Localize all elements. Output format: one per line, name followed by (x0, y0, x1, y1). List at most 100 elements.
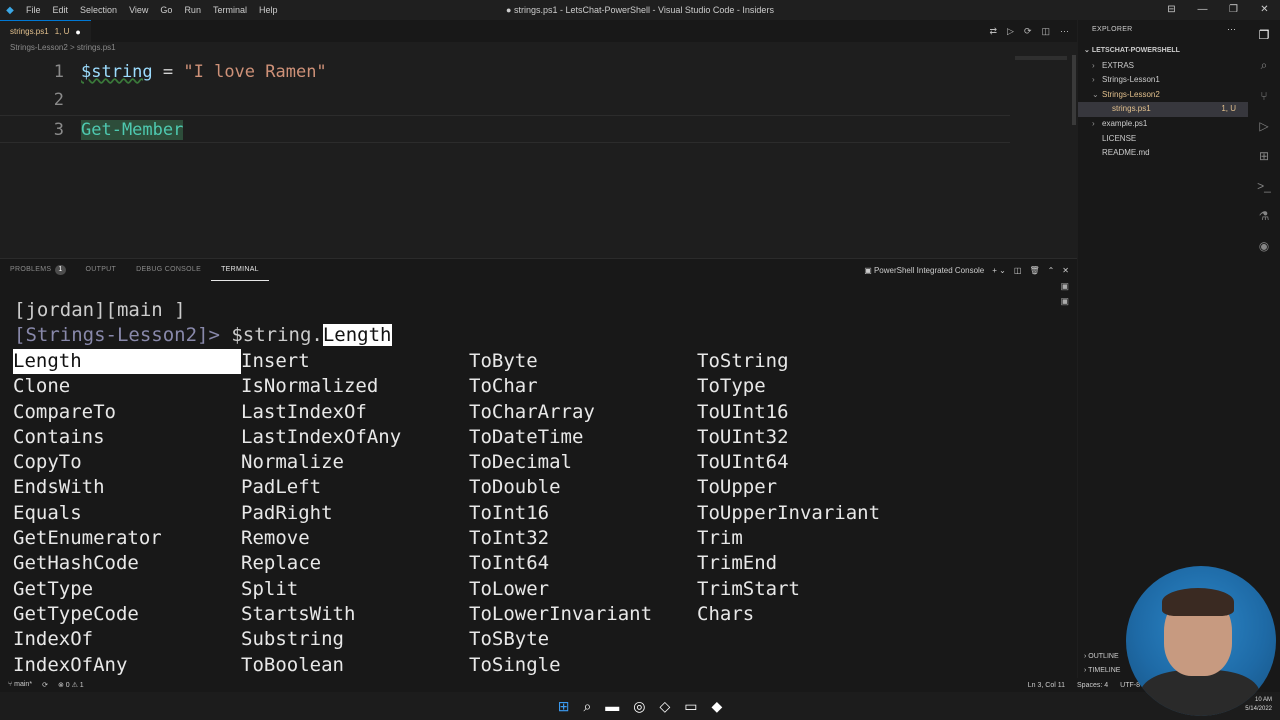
workspace-root[interactable]: ⌄ LETSCHAT-POWERSHELL (1078, 44, 1248, 59)
sync-icon[interactable]: ⟳ (42, 681, 48, 689)
completion-item[interactable]: LastIndexOf (241, 400, 469, 425)
code-line-2[interactable]: 2 (0, 86, 1010, 114)
completion-item[interactable]: ToUpper (697, 475, 925, 500)
tab-strings-ps1[interactable]: strings.ps1 1, U ● (0, 20, 91, 42)
completion-item[interactable]: ToInt64 (469, 551, 697, 576)
search-icon[interactable]: ⌕ (1261, 58, 1268, 73)
completion-item[interactable]: ToUInt32 (697, 425, 925, 450)
completion-item[interactable]: LastIndexOfAny (241, 425, 469, 450)
completion-item[interactable]: Replace (241, 551, 469, 576)
completion-item[interactable]: ToString (697, 349, 925, 374)
tab-problems[interactable]: PROBLEMS 1 (0, 259, 76, 281)
completion-item[interactable]: ToInt32 (469, 526, 697, 551)
split-terminal-icon[interactable]: ◫ (1014, 266, 1022, 275)
tree-item[interactable]: › Strings-Lesson1 (1078, 73, 1248, 88)
completion-item[interactable]: ToLower (469, 577, 697, 602)
encoding[interactable]: UTF-8 (1120, 682, 1140, 689)
windows-start-icon[interactable]: ⊞ (558, 698, 570, 715)
terminal[interactable]: [jordan][main ] [Strings-Lesson2]> $stri… (0, 287, 1047, 679)
run-icon[interactable]: ▷ (1007, 26, 1014, 37)
split-editor-icon[interactable]: ◫ (1041, 26, 1050, 37)
tree-item[interactable]: ⌄ Strings-Lesson2 (1078, 88, 1248, 103)
completion-item[interactable]: PadLeft (241, 475, 469, 500)
completion-item[interactable]: CompareTo (13, 400, 241, 425)
completion-item[interactable]: ToDateTime (469, 425, 697, 450)
completion-item[interactable]: GetHashCode (13, 551, 241, 576)
completion-item[interactable]: ToSingle (469, 653, 697, 678)
completion-item[interactable]: GetType (13, 577, 241, 602)
tree-item[interactable]: strings.ps1 1, U (1078, 102, 1248, 117)
completion-item[interactable]: Substring (241, 627, 469, 652)
completion-item[interactable]: ToUpperInvariant (697, 501, 925, 526)
completion-item[interactable]: Insert (241, 349, 469, 374)
kill-terminal-icon[interactable]: 🗑 (1029, 266, 1039, 275)
explorer-icon[interactable]: ❐ (1259, 28, 1270, 42)
maximize-panel-icon[interactable]: ⌃ (1048, 266, 1055, 275)
tree-item[interactable]: › EXTRAS (1078, 59, 1248, 74)
completion-item[interactable]: Remove (241, 526, 469, 551)
powershell-icon[interactable]: >_ (1257, 179, 1271, 193)
completion-item[interactable]: Chars (697, 602, 925, 627)
terminal-instance-icon[interactable]: ▣ (1060, 281, 1069, 292)
completion-item[interactable]: PadRight (241, 501, 469, 526)
completion-item[interactable]: Trim (697, 526, 925, 551)
completion-item[interactable]: ToInt16 (469, 501, 697, 526)
completion-item[interactable]: ToBoolean (241, 653, 469, 678)
completion-item[interactable]: Clone (13, 374, 241, 399)
completion-item[interactable]: ToType (697, 374, 925, 399)
more-actions-icon[interactable]: ⋯ (1060, 26, 1069, 37)
completion-item[interactable]: Length (13, 349, 241, 375)
source-control-icon[interactable]: ⑂ (1260, 89, 1267, 103)
code-editor[interactable]: 1 $string = "I love Ramen" 2 3 Get-Membe… (0, 55, 1077, 257)
indentation[interactable]: Spaces: 4 (1077, 682, 1108, 689)
close-panel-icon[interactable]: ✕ (1062, 266, 1069, 275)
completion-item[interactable]: ToUInt64 (697, 450, 925, 475)
tree-item[interactable]: README.md (1078, 146, 1248, 161)
new-terminal-icon[interactable]: + ⌄ (992, 266, 1006, 275)
tree-item[interactable]: LICENSE (1078, 132, 1248, 147)
completion-item[interactable]: ToCharArray (469, 400, 697, 425)
tree-item[interactable]: › example.ps1 (1078, 117, 1248, 132)
debug-icon[interactable]: ⟳ (1024, 26, 1032, 37)
problems-indicator[interactable]: ⊗ 0 ⚠ 1 (58, 681, 84, 689)
tab-output[interactable]: OUTPUT (76, 259, 127, 281)
menu-view[interactable]: View (123, 5, 154, 15)
github-icon[interactable]: ◉ (1259, 239, 1269, 253)
extensions-icon[interactable]: ⊞ (1259, 149, 1269, 163)
completion-item[interactable]: Equals (13, 501, 241, 526)
menu-help[interactable]: Help (253, 5, 284, 15)
completion-item[interactable]: ToDecimal (469, 450, 697, 475)
tab-terminal[interactable]: TERMINAL (211, 259, 269, 281)
menu-selection[interactable]: Selection (74, 5, 123, 15)
vscode-taskbar-icon[interactable]: ◇ (660, 698, 671, 715)
completion-item[interactable]: IndexOfAny (13, 653, 241, 678)
terminal-dropdown[interactable]: ▣ PowerShell Integrated Console (864, 266, 984, 275)
menu-run[interactable]: Run (178, 5, 207, 15)
completion-item[interactable]: ToDouble (469, 475, 697, 500)
menu-terminal[interactable]: Terminal (207, 5, 253, 15)
testing-icon[interactable]: ⚗ (1259, 209, 1270, 223)
completion-item[interactable]: IsNormalized (241, 374, 469, 399)
more-actions-icon[interactable]: ⋯ (1227, 24, 1236, 35)
completion-item[interactable]: ToSByte (469, 627, 697, 652)
completion-item[interactable]: IndexOf (13, 627, 241, 652)
minimize-button[interactable]: — (1187, 0, 1218, 20)
breadcrumb[interactable]: Strings-Lesson2 > strings.ps1 (10, 43, 116, 52)
completion-item[interactable]: TrimStart (697, 577, 925, 602)
menu-edit[interactable]: Edit (47, 5, 75, 15)
vscode-insiders-taskbar-icon[interactable]: ◆ (712, 698, 723, 715)
menu-file[interactable]: File (20, 5, 47, 15)
unsaved-dot-icon[interactable]: ● (75, 27, 80, 37)
completion-item[interactable]: Normalize (241, 450, 469, 475)
branch-indicator[interactable]: ⑂ main* (8, 681, 32, 689)
editor-scrollbar[interactable] (1072, 55, 1076, 125)
completion-item[interactable]: ToLowerInvariant (469, 602, 697, 627)
file-explorer-icon[interactable]: ▬ (605, 698, 619, 714)
compare-icon[interactable]: ⇄ (989, 26, 997, 37)
completion-item[interactable]: ToChar (469, 374, 697, 399)
completion-item[interactable]: GetEnumerator (13, 526, 241, 551)
completion-item[interactable]: ToUInt16 (697, 400, 925, 425)
completion-item[interactable]: StartsWith (241, 602, 469, 627)
minimap[interactable] (1015, 56, 1067, 60)
close-window-button[interactable]: ✕ (1249, 0, 1280, 20)
